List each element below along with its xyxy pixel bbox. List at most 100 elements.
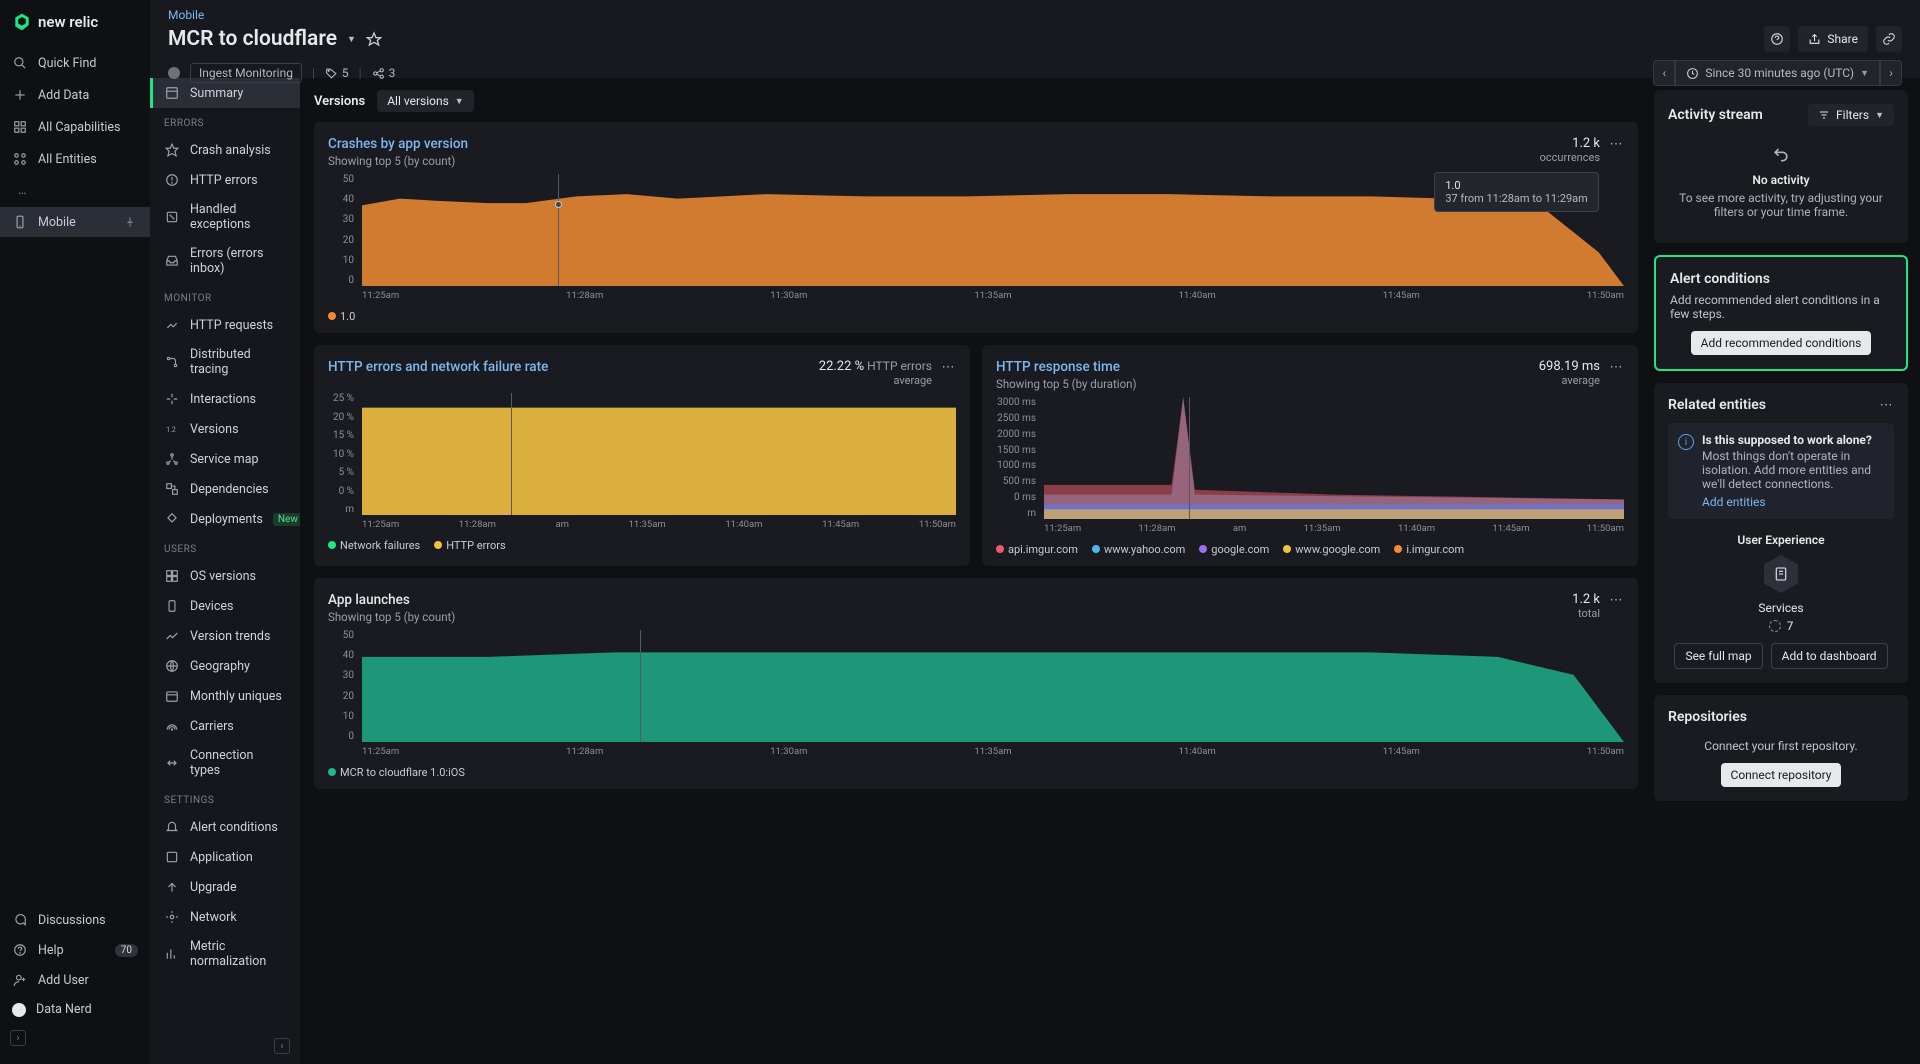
resp-area-plot	[1044, 397, 1624, 519]
title-dropdown-icon[interactable]: ▼	[347, 34, 356, 45]
card-resp-menu[interactable]: ⋯	[1608, 359, 1624, 375]
sidebar-alert-conditions[interactable]: Alert conditions	[150, 812, 300, 842]
add-recommended-conditions-button[interactable]: Add recommended conditions	[1691, 331, 1872, 355]
sidebar-group-users: USERS	[150, 534, 300, 561]
resp-cursor-line	[1189, 397, 1190, 519]
sidebar-version-trends[interactable]: Version trends	[150, 621, 300, 651]
copy-link-button[interactable]	[1876, 26, 1902, 52]
sidebar-handled-exceptions[interactable]: Handled exceptions	[150, 195, 300, 239]
sidebar-crash-analysis[interactable]: Crash analysis	[150, 135, 300, 165]
sidebar-versions[interactable]: 1.2Versions	[150, 414, 300, 444]
chevron-down-icon: ▼	[455, 96, 464, 107]
sidebar-http-errors[interactable]: HTTP errors	[150, 165, 300, 195]
time-next-button[interactable]: ›	[1880, 60, 1902, 86]
sidebar-deployments[interactable]: DeploymentsNew	[150, 504, 300, 534]
service-hex-icon[interactable]	[1764, 555, 1798, 593]
nav-more[interactable]: …	[0, 176, 150, 205]
help-header-button[interactable]	[1764, 26, 1790, 52]
brand-logo[interactable]: new relic	[0, 12, 150, 48]
calendar-icon	[164, 688, 180, 704]
repo-body: Connect your first repository.	[1668, 739, 1894, 753]
sidebar-distributed-tracing[interactable]: Distributed tracing	[150, 340, 300, 384]
resp-metric-unit: average	[1539, 374, 1600, 387]
help-count-badge: 70	[115, 944, 138, 957]
crashes-chart[interactable]: 50403020100 1.0 37 from 11:28am to 11:29…	[328, 174, 1624, 304]
launches-chart[interactable]: 50403020100 11:25am11:28am11:30am11:35am…	[328, 630, 1624, 760]
tracing-icon	[164, 354, 180, 370]
related-menu[interactable]: ⋯	[1878, 397, 1894, 413]
nav-all-entities[interactable]: All Entities	[0, 144, 150, 174]
sidebar-monthly-uniques[interactable]: Monthly uniques	[150, 681, 300, 711]
primary-nav: new relic Quick Find Add Data All Capabi…	[0, 0, 150, 1064]
sidebar-carriers[interactable]: Carriers	[150, 711, 300, 741]
nav-help[interactable]: Help 70	[0, 935, 150, 965]
http-err-lbl: HTTP errors	[867, 359, 932, 373]
resp-metric-value: 698.19 ms	[1539, 359, 1600, 374]
sidebar-application[interactable]: Application	[150, 842, 300, 872]
nav-mobile[interactable]: Mobile	[0, 207, 150, 237]
add-to-dashboard-button[interactable]: Add to dashboard	[1771, 643, 1888, 669]
add-entities-link[interactable]: Add entities	[1702, 495, 1884, 509]
sidebar-app-label: Application	[190, 850, 253, 865]
http-err-title[interactable]: HTTP errors and network failure rate	[328, 359, 548, 375]
avatar-icon	[12, 1003, 26, 1017]
filter-icon	[1818, 109, 1830, 121]
star-icon[interactable]	[366, 31, 382, 47]
info-icon: i	[1678, 434, 1694, 450]
info-heading: Is this supposed to work alone?	[1702, 433, 1872, 447]
card-crashes-menu[interactable]: ⋯	[1608, 136, 1624, 152]
nav-data-nerd[interactable]: Data Nerd	[0, 995, 150, 1024]
card-crashes-title[interactable]: Crashes by app version	[328, 136, 468, 152]
collapse-secondary-sidebar[interactable]: ‹	[274, 1038, 290, 1054]
inbox-icon	[164, 253, 180, 269]
related-info-box: i Is this supposed to work alone? Most t…	[1668, 423, 1894, 519]
breadcrumb[interactable]: Mobile	[168, 8, 1902, 22]
sidebar-interactions[interactable]: Interactions	[150, 384, 300, 414]
sidebar-service-map[interactable]: Service map	[150, 444, 300, 474]
tag-icon	[325, 67, 338, 80]
http-err-chart[interactable]: 25 %20 %15 %10 %5 %0 %m 11:25am11:28amam…	[328, 393, 956, 533]
resp-chart[interactable]: 3000 ms2500 ms2000 ms1500 ms1000 ms500 m…	[996, 397, 1624, 537]
connect-repository-button[interactable]: Connect repository	[1721, 763, 1842, 787]
nav-quick-find[interactable]: Quick Find	[0, 48, 150, 78]
search-icon	[12, 55, 28, 71]
repositories-panel: Repositories Connect your first reposito…	[1654, 695, 1908, 801]
related-count[interactable]: 3	[372, 66, 396, 80]
card-launches-menu[interactable]: ⋯	[1608, 592, 1624, 608]
nav-all-capabilities[interactable]: All Capabilities	[0, 112, 150, 142]
nav-add-data[interactable]: Add Data	[0, 80, 150, 110]
sidebar-interactions-label: Interactions	[190, 392, 256, 407]
sidebar-errors-inbox[interactable]: Errors (errors inbox)	[150, 239, 300, 283]
time-range-picker[interactable]: Since 30 minutes ago (UTC) ▼	[1675, 60, 1880, 86]
time-prev-button[interactable]: ‹	[1653, 60, 1675, 86]
sidebar-network[interactable]: Network	[150, 902, 300, 932]
chat-icon	[12, 912, 28, 928]
resp-title[interactable]: HTTP response time	[996, 359, 1137, 375]
sidebar-dependencies[interactable]: Dependencies	[150, 474, 300, 504]
see-full-map-button[interactable]: See full map	[1674, 643, 1762, 669]
tags-count[interactable]: 5	[325, 66, 349, 80]
sidebar-upgrade[interactable]: Upgrade	[150, 872, 300, 902]
pin-icon[interactable]	[122, 214, 138, 230]
share-label: Share	[1827, 32, 1858, 46]
nav-add-user[interactable]: Add User	[0, 965, 150, 995]
versions-dropdown[interactable]: All versions ▼	[377, 90, 474, 112]
activity-filters-button[interactable]: Filters ▼	[1808, 104, 1894, 126]
sidebar-connection-types[interactable]: Connection types	[150, 741, 300, 785]
card-http-err-menu[interactable]: ⋯	[940, 359, 956, 375]
sidebar-http-requests[interactable]: HTTP requests	[150, 310, 300, 340]
http-err-legend: Network failures HTTP errors	[328, 539, 956, 552]
no-activity-heading: No activity	[1672, 173, 1890, 187]
sidebar-devices[interactable]: Devices	[150, 591, 300, 621]
sidebar-geography[interactable]: Geography	[150, 651, 300, 681]
entity-tag-chip[interactable]: Ingest Monitoring	[190, 63, 302, 83]
sidebar-handled-label: Handled exceptions	[190, 202, 286, 232]
crashes-xaxis: 11:25am11:28am11:30am11:35am11:40am11:45…	[362, 290, 1624, 304]
nav-add-data-label: Add Data	[38, 88, 89, 103]
collapse-primary-nav[interactable]: ›	[10, 1030, 26, 1046]
sidebar-os-versions[interactable]: OS versions	[150, 561, 300, 591]
share-button[interactable]: Share	[1798, 26, 1868, 52]
help-icon	[12, 942, 28, 958]
nav-discussions[interactable]: Discussions	[0, 905, 150, 935]
sidebar-metric-normalization[interactable]: Metric normalization	[150, 932, 300, 976]
